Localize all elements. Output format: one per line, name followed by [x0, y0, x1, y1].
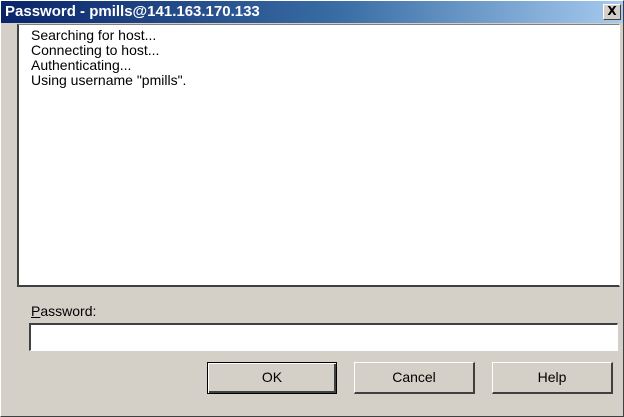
- cancel-button[interactable]: Cancel: [354, 362, 475, 394]
- password-label: Password:: [31, 303, 96, 319]
- log-line: Searching for host...: [31, 27, 157, 43]
- help-button[interactable]: Help: [492, 362, 613, 394]
- window-title: Password - pmills@141.163.170.133: [5, 3, 260, 20]
- password-dialog: Password - pmills@141.163.170.133 X Sear…: [0, 0, 624, 417]
- password-input[interactable]: [29, 323, 618, 351]
- password-label-text: assword:: [40, 303, 97, 319]
- session-log[interactable]: Searching for host... Connecting to host…: [17, 24, 620, 287]
- close-icon: X: [607, 4, 617, 18]
- ok-button[interactable]: OK: [207, 362, 337, 394]
- title-bar[interactable]: Password - pmills@141.163.170.133 X: [1, 1, 623, 23]
- log-line: Authenticating...: [31, 57, 132, 73]
- password-label-accesskey: P: [31, 303, 41, 319]
- close-button[interactable]: X: [603, 4, 621, 20]
- log-line: Using username "pmills".: [31, 72, 187, 88]
- log-line: Connecting to host...: [31, 42, 160, 58]
